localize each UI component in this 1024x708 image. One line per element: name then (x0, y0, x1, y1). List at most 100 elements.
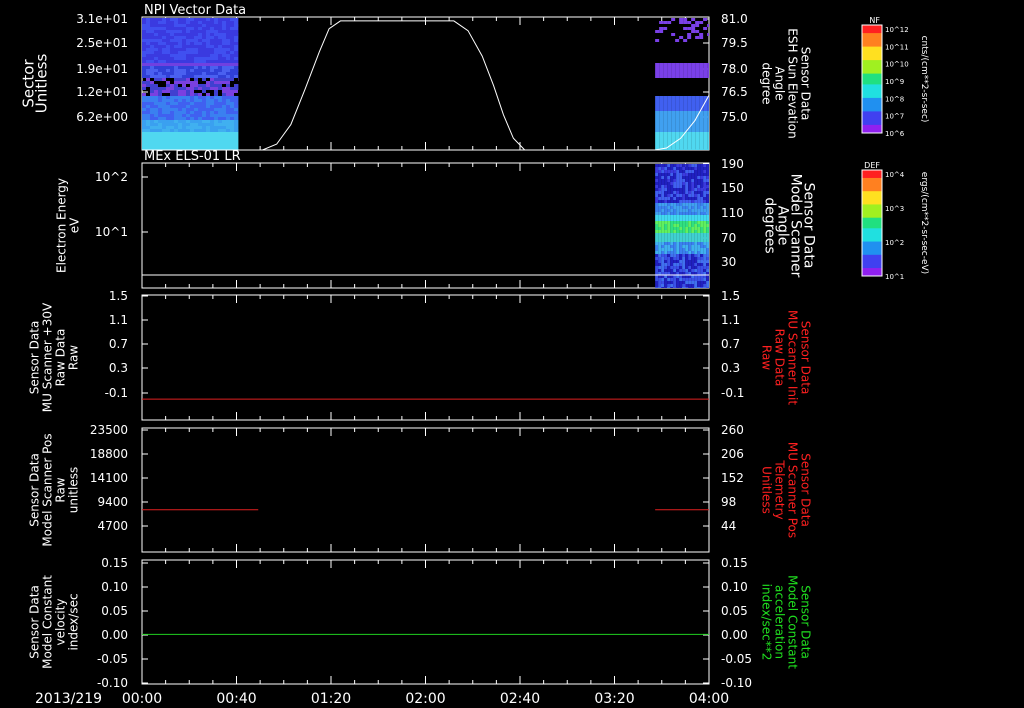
heatmap-cell (707, 144, 709, 147)
heatmap-cell (685, 212, 689, 215)
heatmap-cell (154, 51, 158, 54)
heatmap-cell (685, 224, 689, 227)
heatmap-cell (687, 69, 692, 72)
heatmap-cell (703, 132, 708, 135)
heatmap-cell (682, 170, 686, 173)
heatmap-cell (198, 105, 202, 108)
heatmap-cell (210, 96, 214, 99)
heatmap-cell (162, 108, 166, 111)
right-axis-label-line: Model Constant (786, 575, 800, 669)
heatmap-cell (190, 144, 194, 147)
heatmap-cell (679, 218, 683, 221)
heatmap-cell (655, 257, 659, 260)
heatmap-cell (694, 281, 698, 284)
right-tick-label: 81.0 (721, 12, 748, 26)
heatmap-cell (658, 227, 662, 230)
heatmap-cell (218, 99, 222, 102)
heatmap-cell (703, 191, 707, 194)
heatmap-cell (214, 57, 218, 60)
heatmap-cell (688, 200, 692, 203)
heatmap-cell (683, 102, 688, 105)
heatmap-cell (186, 120, 190, 123)
panel-title: NPI Vector Data (144, 3, 246, 18)
heatmap-cell (691, 248, 695, 251)
heatmap-cell (178, 81, 182, 84)
heatmap-cell (158, 39, 162, 42)
heatmap-cell (150, 81, 154, 84)
heatmap-cell (142, 69, 146, 72)
heatmap-cell (658, 197, 662, 200)
heatmap-cell (154, 30, 158, 33)
heatmap-cell (162, 69, 166, 72)
heatmap-cell (691, 194, 695, 197)
heatmap-cell (154, 36, 158, 39)
heatmap-cell (676, 218, 680, 221)
left-axis-label-line: velocity (54, 599, 68, 646)
heatmap-cell (214, 30, 218, 33)
heatmap-cell (178, 111, 182, 114)
heatmap-cell (202, 27, 206, 30)
heatmap-cell (170, 45, 174, 48)
heatmap-cell (210, 21, 214, 24)
heatmap-cell (670, 248, 674, 251)
heatmap-cell (190, 57, 194, 60)
heatmap-cell (682, 245, 686, 248)
left-tick-label: 9400 (97, 495, 128, 509)
heatmap-cell (190, 21, 194, 24)
right-tick-label: 0.05 (721, 604, 748, 618)
heatmap-cell (706, 170, 709, 173)
heatmap-cell (699, 69, 704, 72)
heatmap-cell (670, 227, 674, 230)
heatmap-cell (186, 126, 190, 129)
heatmap-cell (154, 84, 158, 87)
heatmap-cell (661, 164, 665, 167)
heatmap-cell (691, 126, 696, 129)
heatmap-cell (170, 75, 174, 78)
heatmap-cell (222, 42, 226, 45)
heatmap-cell (661, 212, 665, 215)
heatmap-cell (667, 120, 672, 123)
heatmap-cell (682, 191, 686, 194)
heatmap-cell (695, 144, 700, 147)
heatmap-cell (170, 39, 174, 42)
left-tick-label: 0.10 (101, 580, 128, 594)
heatmap-cell (655, 120, 660, 123)
heatmap-cell (178, 30, 182, 33)
heatmap-cell (142, 105, 146, 108)
heatmap-cell (694, 215, 698, 218)
heatmap-cell (194, 69, 198, 72)
heatmap-cell (694, 269, 698, 272)
heatmap-cell (691, 114, 696, 117)
heatmap-cell (146, 129, 150, 132)
colorbar-tick-label: 10^10 (885, 61, 909, 69)
heatmap-cell (174, 105, 178, 108)
heatmap-cell (688, 170, 692, 173)
heatmap-cell (182, 21, 186, 24)
heatmap-cell (158, 132, 162, 135)
heatmap-cell (670, 185, 674, 188)
heatmap-cell (178, 42, 182, 45)
heatmap-cell (190, 39, 194, 42)
heatmap-cell (679, 215, 683, 218)
heatmap-cell (691, 212, 695, 215)
heatmap-cell (667, 126, 672, 129)
heatmap-cell (194, 66, 198, 69)
heatmap-cell (222, 96, 226, 99)
heatmap-cell (234, 54, 238, 57)
heatmap-cell (210, 120, 214, 123)
heatmap-cell (691, 236, 695, 239)
heatmap-cell (230, 141, 234, 144)
heatmap-cell (162, 99, 166, 102)
heatmap-cell (682, 263, 686, 266)
colorbar-title: DEF (864, 161, 880, 170)
heatmap-cell (661, 233, 665, 236)
heatmap-cell (222, 21, 226, 24)
heatmap-cell (659, 30, 664, 33)
heatmap-cell (667, 227, 671, 230)
heatmap-cell (667, 138, 672, 141)
heatmap-cell (682, 227, 686, 230)
heatmap-cell (154, 120, 158, 123)
heatmap-cell (679, 266, 683, 269)
heatmap-cell (703, 260, 707, 263)
heatmap-cell (675, 147, 680, 150)
